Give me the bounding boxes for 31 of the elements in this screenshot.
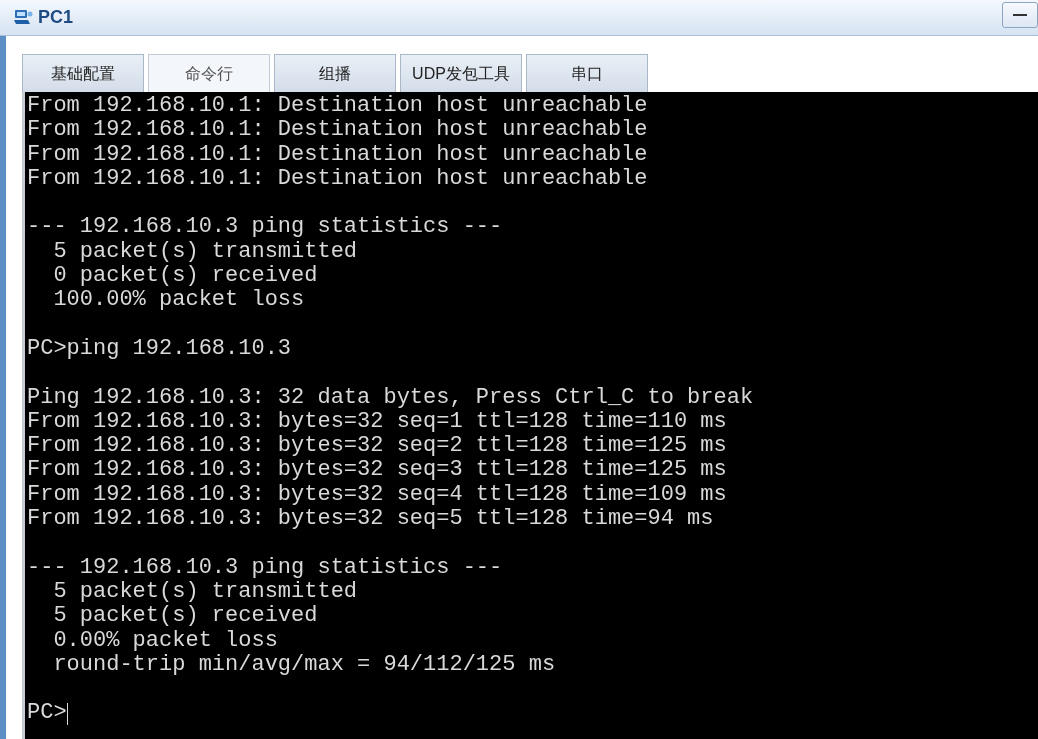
- terminal-prompt: PC>: [27, 701, 67, 726]
- tab[interactable]: 组播: [274, 54, 396, 92]
- terminal-line: From 192.168.10.3: bytes=32 seq=2 ttl=128 time=125 ms: [27, 434, 727, 459]
- window-title: PC1: [38, 6, 73, 29]
- tab[interactable]: 基础配置: [22, 54, 144, 92]
- terminal-line: round-trip min/avg/max = 94/112/125 ms: [52, 652, 556, 678]
- terminal-line: 5 packet(s) transmitted: [52, 579, 358, 605]
- terminal-line: From 192.168.10.1: Destination host unreachable: [27, 94, 648, 119]
- minimize-icon: [1013, 14, 1027, 16]
- terminal-line: 100.00% packet loss: [52, 288, 305, 313]
- minimize-button[interactable]: [1002, 2, 1038, 28]
- terminal-line: Ping 192.168.10.3: 32 data bytes, Press Ctrl_C to break: [27, 385, 754, 410]
- terminal-line: --- 192.168.10.3 ping statistics ---: [27, 555, 503, 580]
- text-cursor: [66, 702, 68, 725]
- terminal-line: 0 packet(s) received: [52, 264, 318, 289]
- terminal-line: 0.00% packet loss: [52, 628, 278, 653]
- terminal[interactable]: [22, 92, 1038, 739]
- terminal-line: --- 192.168.10.3 ping statistics ---: [27, 215, 503, 240]
- tab[interactable]: 命令行: [148, 54, 270, 92]
- tab[interactable]: 串口: [526, 54, 648, 92]
- terminal-line: PC>ping 192.168.10.3: [27, 336, 292, 362]
- terminal-line: From 192.168.10.3: bytes=32 seq=3 ttl=128 time=125 ms: [27, 458, 727, 483]
- terminal-line: From 192.168.10.1: Destination host unreachable: [27, 118, 648, 143]
- tab[interactable]: UDP发包工具: [400, 54, 522, 92]
- terminal-line: From 192.168.10.3: bytes=32 seq=4 ttl=128 time=109 ms: [27, 482, 727, 508]
- terminal-line: From 192.168.10.3: bytes=32 seq=5 ttl=128 time=94 ms: [27, 507, 714, 532]
- terminal-line: From 192.168.10.1: Destination host unreachable: [27, 166, 648, 192]
- terminal-line: 5 packet(s) received: [52, 604, 318, 629]
- terminal-line: From 192.168.10.3: bytes=32 seq=1 ttl=128 time=110 ms: [27, 409, 727, 435]
- terminal-line: 5 packet(s) transmitted: [52, 239, 358, 265]
- terminal-line: From 192.168.10.1: Destination host unreachable: [27, 142, 648, 167]
